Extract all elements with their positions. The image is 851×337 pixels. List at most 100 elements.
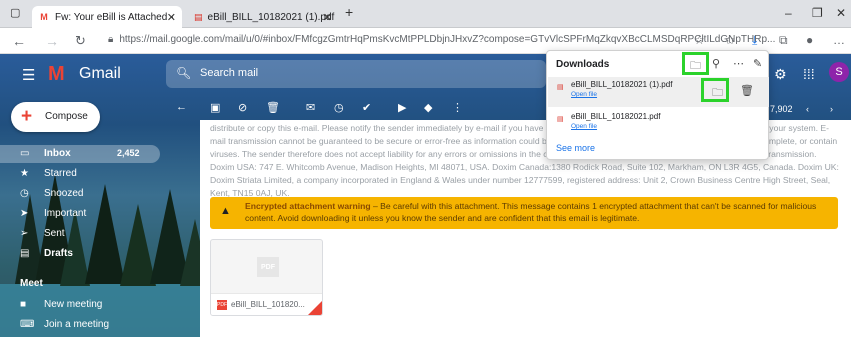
pdf-icon: ▤: [194, 11, 203, 22]
screen: ▢ M Fw: Your eBill is Attached - durar ✕…: [0, 0, 851, 337]
back-to-inbox-icon[interactable]: ←: [176, 101, 187, 113]
search-bar[interactable]: 🔍︎ Search mail: [166, 60, 546, 88]
refresh-icon[interactable]: ↻: [75, 33, 86, 49]
inbox-count: 2,452: [117, 148, 140, 158]
add-task-icon[interactable]: ✔: [362, 101, 371, 114]
tab-label: Fw: Your eBill is Attached - durar: [55, 11, 173, 23]
archive-icon[interactable]: ▣: [210, 101, 220, 114]
warning-text: Encrypted attachment warning – Be carefu…: [245, 200, 830, 224]
download-filename: eBill_BILL_10182021 (1).pdf: [571, 80, 673, 89]
pin-icon[interactable]: ✎: [753, 57, 762, 70]
meet-item-label: New meeting: [44, 299, 103, 310]
meet-new-meeting[interactable]: ■ New meeting: [0, 296, 160, 314]
plus-icon: +: [21, 106, 33, 127]
tab-pdf[interactable]: ▤ eBill_BILL_10182021 (1).pdf ✕: [188, 6, 338, 28]
sidebar-item-label: Starred: [44, 168, 77, 179]
see-more-link[interactable]: See more: [556, 143, 595, 153]
pdf-thumbnail-icon: PDF: [257, 257, 279, 277]
draft-icon: ▤: [20, 248, 30, 259]
tab-actions-icon[interactable]: ▢: [10, 6, 20, 19]
downloads-icon[interactable]: ⤓: [752, 33, 757, 48]
clock-icon: ◷: [20, 188, 29, 199]
send-icon: ➢: [20, 228, 29, 239]
important-icon: ➤: [20, 208, 29, 219]
open-file-link[interactable]: Open file: [571, 91, 597, 98]
tab-gmail[interactable]: M Fw: Your eBill is Attached - durar ✕: [32, 6, 182, 28]
highlight-box-show-in-folder: [701, 78, 729, 102]
mark-unread-icon[interactable]: ✉: [306, 101, 315, 114]
label-icon[interactable]: ◆: [424, 101, 432, 114]
attachment-corner-fold: [308, 301, 322, 315]
highlight-box-folder: [682, 52, 709, 75]
sidebar-item-label: Inbox: [44, 148, 71, 159]
attachment-card[interactable]: PDF PDF eBill_BILL_101820...: [210, 239, 323, 316]
close-window-button[interactable]: ✕: [836, 6, 846, 20]
download-item[interactable]: ▤ eBill_BILL_10182021.pdf Open file: [548, 109, 769, 139]
sidebar-item-drafts[interactable]: ▤ Drafts: [0, 245, 160, 263]
sidebar-item-sent[interactable]: ➢ Sent: [0, 225, 160, 243]
move-to-icon[interactable]: ▶: [398, 101, 406, 114]
sidebar-item-important[interactable]: ➤ Important: [0, 205, 160, 223]
video-icon: ■: [20, 299, 27, 310]
favorites-icon[interactable]: ✩: [725, 33, 735, 47]
download-filename: eBill_BILL_10182021.pdf: [571, 112, 661, 121]
gmail-logo-icon: M: [48, 63, 65, 85]
inbox-icon: ▭: [20, 148, 30, 159]
browser-tab-strip: ▢ M Fw: Your eBill is Attached - durar ✕…: [0, 0, 851, 28]
meet-heading: Meet: [20, 278, 43, 289]
more-options-icon[interactable]: ⋯: [733, 57, 744, 70]
gmail-logo-text: Gmail: [79, 65, 121, 82]
sidebar-item-label: Sent: [44, 228, 65, 239]
close-icon[interactable]: ✕: [323, 11, 332, 24]
collections-icon[interactable]: ⧉: [779, 33, 788, 48]
search-input[interactable]: Search mail: [200, 67, 258, 79]
back-arrow-icon[interactable]: ←: [12, 33, 26, 49]
next-page-icon[interactable]: ›: [830, 104, 833, 114]
pager-count: 7,902: [770, 104, 793, 114]
warning-title: Encrypted attachment warning: [245, 201, 371, 211]
sidebar-item-snoozed[interactable]: ◷ Snoozed: [0, 185, 160, 203]
search-downloads-icon[interactable]: ⚲: [712, 57, 720, 70]
address-bar[interactable]: 🔒︎ https://mail.google.com/mail/u/0/#inbo…: [108, 34, 775, 45]
meet-item-label: Join a meeting: [44, 319, 110, 330]
compose-label: Compose: [45, 111, 88, 122]
tab-label: eBill_BILL_10182021 (1).pdf: [207, 11, 335, 23]
settings-gear-icon[interactable]: ⚙: [774, 66, 787, 83]
maximize-button[interactable]: ❐: [812, 6, 823, 20]
forward-arrow-icon[interactable]: →: [45, 33, 59, 49]
sidebar-item-label: Snoozed: [44, 188, 84, 199]
download-item[interactable]: ▤ eBill_BILL_10182021 (1).pdf Open file …: [548, 77, 769, 107]
favorite-add-icon[interactable]: ☆: [694, 33, 705, 47]
sidebar-item-label: Important: [44, 208, 87, 219]
prev-page-icon[interactable]: ‹: [806, 104, 809, 114]
sidebar-item-starred[interactable]: ★ Starred: [0, 165, 160, 183]
search-icon[interactable]: 🔍︎: [176, 66, 191, 80]
star-icon: ★: [20, 168, 29, 179]
open-file-link[interactable]: Open file: [571, 123, 597, 130]
delete-icon[interactable]: 🗑︎: [740, 84, 754, 97]
meet-join-meeting[interactable]: ⌨ Join a meeting: [0, 316, 160, 334]
pdf-file-icon: ▤: [557, 116, 564, 123]
sidebar-item-label: Drafts: [44, 248, 73, 259]
more-icon[interactable]: …: [833, 33, 845, 47]
apps-grid-icon[interactable]: ⁞⁞⁞: [803, 66, 815, 82]
minimize-button[interactable]: –: [785, 6, 792, 20]
new-tab-button[interactable]: +: [345, 4, 353, 20]
avatar[interactable]: S: [829, 62, 849, 82]
warning-icon: ▲: [220, 205, 231, 217]
snooze-icon[interactable]: ◷: [334, 101, 344, 114]
keyboard-icon: ⌨: [20, 319, 35, 330]
sidebar-item-inbox[interactable]: ▭ Inbox 2,452: [0, 145, 160, 163]
menu-icon[interactable]: ☰: [22, 66, 35, 84]
report-spam-icon[interactable]: ⊘: [238, 101, 247, 114]
pdf-file-icon: ▤: [557, 84, 564, 91]
close-icon[interactable]: ✕: [167, 11, 176, 24]
compose-button[interactable]: + Compose: [11, 102, 100, 132]
delete-icon[interactable]: 🗑︎: [266, 101, 280, 114]
downloads-panel: Downloads 🗀 ⚲ ⋯ ✎ ▤ eBill_BILL_10182021 …: [546, 50, 769, 160]
attachment-name: eBill_BILL_101820...: [231, 300, 305, 309]
attachment-footer: PDF eBill_BILL_101820...: [211, 293, 322, 315]
url-text: https://mail.google.com/mail/u/0/#inbox/…: [119, 34, 776, 45]
more-options-icon[interactable]: ⋮: [452, 101, 463, 114]
profile-icon[interactable]: ●: [806, 33, 813, 47]
